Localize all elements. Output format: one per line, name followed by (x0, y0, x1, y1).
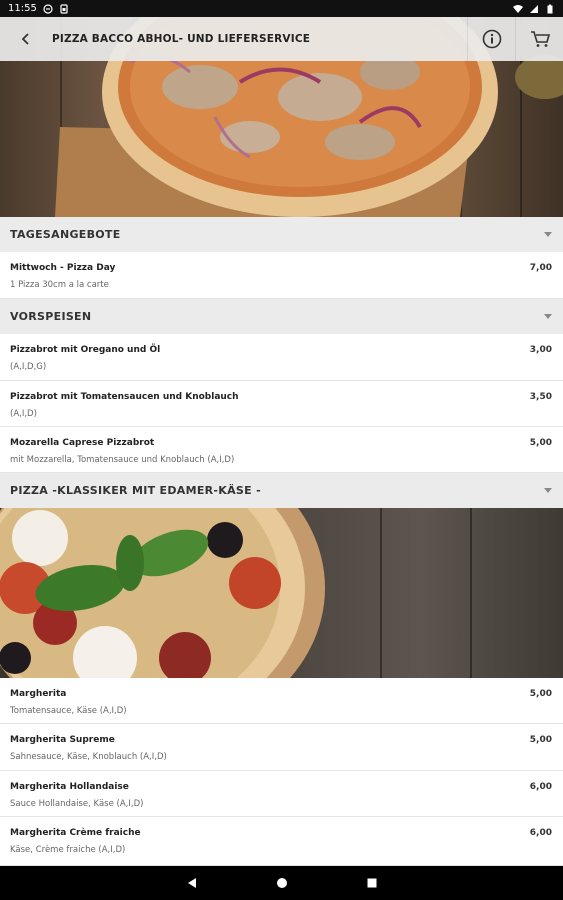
status-bar: 11:55 (0, 0, 563, 17)
section-title: VORSPEISEN (10, 310, 92, 323)
item-description: Käse, Crème fraiche (A,I,D) (10, 845, 126, 855)
item-name: Mittwoch - Pizza Day (10, 263, 116, 273)
item-description: (A,I,D) (10, 409, 37, 419)
item-name: Pizzabrot mit Tomatensaucen und Knoblauc… (10, 392, 239, 402)
sd-card-icon (60, 3, 68, 14)
item-name: Margherita Supreme (10, 735, 115, 745)
page-title: PIZZA BACCO ABHOL- UND LIEFERSERVICE (52, 33, 311, 45)
item-description: (A,I,D,G) (10, 362, 47, 372)
item-price: 6,00 (529, 828, 552, 838)
item-description: mit Mozzarella, Tomatensauce und Knoblau… (10, 455, 235, 465)
item-description: Sauce Hollandaise, Käse (A,I,D) (10, 799, 144, 809)
menu-item[interactable]: Margherita Hollandaise Sauce Hollandaise… (0, 771, 563, 817)
menu-item[interactable]: Margherita Supreme Sahnesauce, Käse, Kno… (0, 724, 563, 771)
arrow-left-icon (21, 33, 29, 45)
circle-home-icon (276, 878, 287, 888)
signal-icon (530, 4, 538, 13)
item-description: Sahnesauce, Käse, Knoblauch (A,I,D) (10, 752, 167, 762)
section-header-pizza-klassiker[interactable]: PIZZA -KLASSIKER MIT EDAMER-KÄSE - (0, 473, 563, 508)
chevron-down-icon (544, 488, 552, 493)
item-price: 3,50 (529, 392, 552, 402)
item-name: Margherita Hollandaise (10, 782, 129, 792)
menu-item[interactable]: Pizzabrot mit Tomatensaucen und Knoblauc… (0, 381, 563, 427)
battery-icon (547, 4, 553, 13)
hero-image-margherita-pizza (0, 508, 563, 678)
item-price: 5,00 (529, 735, 552, 745)
info-button[interactable] (467, 17, 515, 61)
menu-item[interactable]: Margherita Tomatensauce, Käse (A,I,D) 5,… (0, 678, 563, 724)
item-description: Tomatensauce, Käse (A,I,D) (10, 706, 127, 716)
back-button[interactable] (0, 17, 52, 61)
triangle-back-icon (187, 878, 196, 888)
wifi-icon (513, 4, 523, 13)
item-price: 5,00 (529, 689, 552, 699)
cart-button[interactable] (515, 17, 563, 61)
nav-recent-button[interactable] (365, 876, 379, 890)
item-price: 6,00 (529, 782, 552, 792)
item-name: Mozarella Caprese Pizzabrot (10, 438, 155, 448)
item-price: 3,00 (529, 345, 552, 355)
item-description: 1 Pizza 30cm a la carte (10, 280, 109, 290)
info-icon (482, 29, 501, 49)
menu-item[interactable]: Pizzabrot mit Oregano und Öl (A,I,D,G) 3… (0, 334, 563, 381)
item-name: Margherita Crème fraiche (10, 828, 141, 838)
chevron-down-icon (544, 314, 552, 319)
notification-icon (43, 3, 53, 14)
item-price: 5,00 (529, 438, 552, 448)
system-nav-bar (0, 866, 563, 900)
cart-icon (530, 31, 550, 47)
section-title: TAGESANGEBOTE (10, 228, 121, 241)
item-price: 7,00 (529, 263, 552, 273)
section-header-tagesangebote[interactable]: TAGESANGEBOTE (0, 217, 563, 252)
nav-back-button[interactable] (185, 876, 199, 890)
menu-item[interactable]: Margherita Crème fraiche Käse, Crème fra… (0, 817, 563, 866)
app-bar: PIZZA BACCO ABHOL- UND LIEFERSERVICE (0, 17, 563, 61)
nav-home-button[interactable] (275, 876, 289, 890)
section-header-vorspeisen[interactable]: VORSPEISEN (0, 299, 563, 334)
square-recent-icon (367, 878, 376, 888)
item-name: Margherita (10, 689, 67, 699)
status-time: 11:55 (8, 3, 37, 14)
chevron-down-icon (544, 232, 552, 237)
menu-item[interactable]: Mittwoch - Pizza Day 1 Pizza 30cm a la c… (0, 252, 563, 299)
item-name: Pizzabrot mit Oregano und Öl (10, 345, 161, 355)
menu-item[interactable]: Mozarella Caprese Pizzabrot mit Mozzarel… (0, 427, 563, 473)
section-title: PIZZA -KLASSIKER MIT EDAMER-KÄSE - (10, 484, 261, 497)
